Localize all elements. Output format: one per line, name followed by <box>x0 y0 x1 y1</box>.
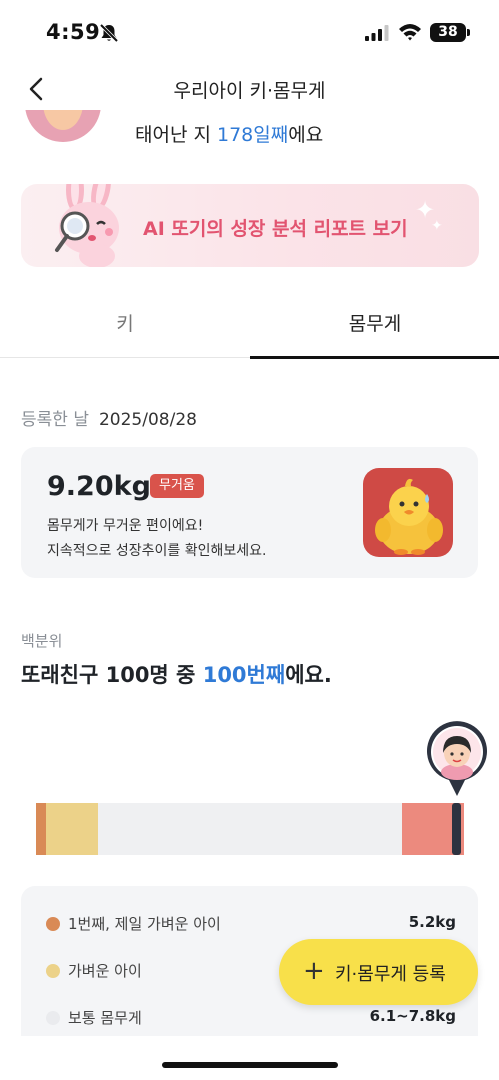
legend-value: 5.2kg <box>408 913 456 931</box>
battery-indicator: 38 <box>430 23 466 42</box>
chick-illustration <box>363 468 453 557</box>
plus-icon: + <box>303 956 325 986</box>
wifi-icon <box>399 24 421 41</box>
ai-report-banner[interactable]: AI 또기의 성장 분석 리포트 보기 ✦ ✦ <box>21 184 479 267</box>
sweating-chick-icon <box>375 478 443 555</box>
ai-banner-label: AI 또기의 성장 분석 리포트 보기 <box>143 218 408 240</box>
tab-weight[interactable]: 몸무게 <box>250 296 499 359</box>
percentile-text: 또래친구 100명 중 100번째에요. <box>21 659 332 689</box>
bell-muted-icon <box>99 23 119 43</box>
percentile-label: 백분위 <box>21 632 63 650</box>
register-height-weight-button[interactable]: + 키·몸무게 등록 <box>279 939 478 1005</box>
age-text: 태어난 지 178일째에요 <box>135 120 323 147</box>
legend-row: 보통 몸무게 6.1~7.8kg <box>46 1006 456 1030</box>
home-indicator[interactable] <box>162 1062 338 1068</box>
bottom-safe-area <box>0 1036 499 1080</box>
percentile-distribution-bar <box>36 803 464 855</box>
app-header: 우리아이 키·몸무게 <box>0 62 499 116</box>
age-days: 178일째 <box>217 124 289 146</box>
registered-date: 2025/08/28 <box>98 410 197 430</box>
percentile-rank: 100번째 <box>202 663 286 687</box>
tab-bar: 키 몸무게 <box>0 296 499 359</box>
weight-value: 9.20kg <box>47 471 151 502</box>
legend-label: 가벼운 아이 <box>68 962 142 980</box>
percentile-marker <box>452 803 461 855</box>
weight-summary-card: 9.20kg 무거움 몸무게가 무거운 편이에요! 지속적으로 성장추이를 확인… <box>21 447 478 578</box>
legend-dot <box>46 1011 60 1025</box>
bar-segment-normal <box>98 803 402 855</box>
legend-dot <box>46 917 60 931</box>
legend-label: 1번째, 제일 가벼운 아이 <box>68 915 221 933</box>
age-suffix: 에요 <box>288 124 324 146</box>
bar-segment-lightest <box>36 803 46 855</box>
child-position-marker-icon <box>427 721 487 796</box>
registered-date-row: 등록한 날 2025/08/28 <box>21 405 197 430</box>
registered-label: 등록한 날 <box>21 410 89 430</box>
status-bar: 4:59 38 <box>0 0 499 62</box>
battery-cap <box>467 29 470 36</box>
weight-description-line2: 지속적으로 성장추이를 확인해보세요. <box>47 543 267 559</box>
sparkle-small-icon: ✦ <box>431 218 443 234</box>
status-time: 4:59 <box>46 20 101 44</box>
age-prefix: 태어난 지 <box>135 124 217 146</box>
percentile-prefix: 또래친구 100명 중 <box>21 663 203 687</box>
child-avatar <box>25 110 101 142</box>
legend-row: 1번째, 제일 가벼운 아이 5.2kg <box>46 912 456 936</box>
bar-segment-light <box>46 803 98 855</box>
legend-label: 보통 몸무게 <box>68 1009 142 1027</box>
weight-description-line1: 몸무게가 무거운 편이에요! <box>47 518 204 534</box>
legend-value: 6.1~7.8kg <box>369 1007 456 1025</box>
bunny-mascot-icon <box>55 184 119 267</box>
cellular-signal-icon <box>365 25 389 41</box>
legend-dot <box>46 964 60 978</box>
fab-label: 키·몸무게 등록 <box>335 964 446 985</box>
weight-status-badge: 무거움 <box>150 474 204 498</box>
percentile-suffix: 에요. <box>285 663 332 687</box>
tab-height[interactable]: 키 <box>0 296 250 358</box>
page-title: 우리아이 키·몸무게 <box>173 80 326 102</box>
